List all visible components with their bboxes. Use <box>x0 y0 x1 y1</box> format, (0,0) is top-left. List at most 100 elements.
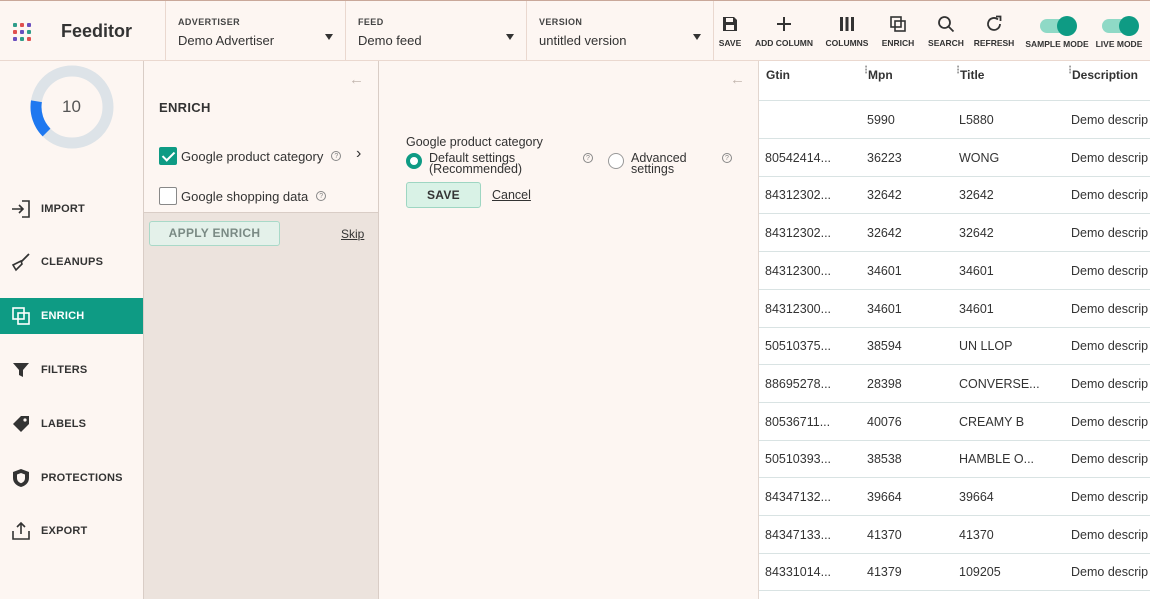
table-cell[interactable]: Demo descrip <box>1071 188 1150 202</box>
help-icon[interactable]: ? <box>722 153 732 163</box>
table-row[interactable]: 80536711... 40076 CREAMY B Demo descrip <box>759 403 1150 441</box>
table-cell[interactable]: 32642 <box>959 226 1059 240</box>
help-icon[interactable]: ? <box>331 151 342 161</box>
table-cell[interactable]: 41379 <box>867 565 947 579</box>
sample-mode-toggle[interactable]: SAMPLE MODE <box>1024 16 1090 49</box>
column-header-mpn[interactable]: ⋮ Mpn <box>861 61 893 101</box>
table-cell[interactable]: 84347133... <box>765 528 850 542</box>
live-mode-toggle[interactable]: LIVE MODE <box>1094 16 1144 49</box>
table-row[interactable]: 84312302... 32642 32642 Demo descrip <box>759 176 1150 215</box>
sidebar-item-labels[interactable]: LABELS <box>0 406 143 442</box>
apply-enrich-button[interactable]: APPLY ENRICH <box>149 221 280 246</box>
table-row[interactable]: 84312302... 32642 32642 Demo descrip <box>759 214 1150 253</box>
table-cell[interactable]: 39664 <box>959 490 1059 504</box>
table-cell[interactable]: 32642 <box>867 226 947 240</box>
table-cell[interactable]: 41370 <box>959 528 1059 542</box>
sidebar-item-filters[interactable]: FILTERS <box>0 352 143 388</box>
table-cell[interactable]: 39664 <box>867 490 947 504</box>
columns-button[interactable]: COLUMNS <box>824 15 870 48</box>
table-cell[interactable]: 84347132... <box>765 490 850 504</box>
table-cell[interactable]: 34601 <box>867 302 947 316</box>
app-grid-icon[interactable] <box>13 23 31 41</box>
table-cell[interactable]: Demo descrip <box>1071 452 1150 466</box>
table-cell[interactable]: CREAMY B <box>959 415 1059 429</box>
table-cell[interactable]: Demo descrip <box>1071 528 1150 542</box>
table-cell[interactable]: 50510375... <box>765 339 850 353</box>
table-cell[interactable]: Demo descrip <box>1071 490 1150 504</box>
table-row[interactable]: 80542414... 36223 WONG Demo descrip <box>759 139 1150 177</box>
table-row[interactable]: 84312300... 34601 34601 Demo descrip <box>759 252 1150 290</box>
table-cell[interactable]: 84312300... <box>765 264 850 278</box>
table-cell[interactable]: Demo descrip <box>1071 377 1150 391</box>
toggle-switch[interactable] <box>1102 16 1139 36</box>
table-cell[interactable]: L5880 <box>959 113 1059 127</box>
radio-selected[interactable] <box>406 153 422 169</box>
table-cell[interactable]: WONG <box>959 151 1059 165</box>
table-cell[interactable]: CONVERSE... <box>959 377 1059 391</box>
table-cell[interactable]: 84312302... <box>765 226 850 240</box>
column-header-gtin[interactable]: Gtin <box>766 61 790 101</box>
sidebar-item-protections[interactable]: PROTECTIONS <box>0 460 143 496</box>
column-header-title[interactable]: ⋮ Title <box>953 61 984 101</box>
advanced-settings-radio[interactable]: Advanced settings <box>608 152 687 175</box>
table-cell[interactable]: 80536711... <box>765 415 850 429</box>
skip-link[interactable]: Skip <box>341 227 364 241</box>
table-cell[interactable]: 5990 <box>867 113 947 127</box>
table-cell[interactable]: 41370 <box>867 528 947 542</box>
table-cell[interactable]: Demo descrip <box>1071 302 1150 316</box>
refresh-button[interactable]: REFRESH <box>972 15 1016 48</box>
sidebar-item-import[interactable]: IMPORT <box>0 191 143 227</box>
table-cell[interactable]: 34601 <box>959 264 1059 278</box>
table-cell[interactable]: 32642 <box>959 188 1059 202</box>
toggle-switch[interactable] <box>1040 16 1077 36</box>
table-cell[interactable]: 38538 <box>867 452 947 466</box>
save-button[interactable]: SAVE <box>406 182 481 208</box>
cancel-link[interactable]: Cancel <box>492 188 531 202</box>
default-settings-radio[interactable]: Default settings (Recommended) <box>406 152 522 175</box>
table-cell[interactable]: Demo descrip <box>1071 226 1150 240</box>
gpc-option[interactable]: Google product category ? <box>159 147 342 165</box>
version-select[interactable]: VERSION untitled version <box>526 1 714 61</box>
table-row[interactable]: 88695278... 28398 CONVERSE... Demo descrip <box>759 365 1150 403</box>
table-row[interactable]: 50510375... 38594 UN LLOP Demo descrip <box>759 327 1150 366</box>
gsd-checkbox[interactable] <box>159 187 177 205</box>
table-cell[interactable]: Demo descrip <box>1071 415 1150 429</box>
save-tool-button[interactable]: SAVE <box>716 15 744 48</box>
table-cell[interactable]: 84312300... <box>765 302 850 316</box>
table-cell[interactable]: 40076 <box>867 415 947 429</box>
help-icon[interactable]: ? <box>583 153 593 163</box>
table-cell[interactable]: Demo descrip <box>1071 113 1150 127</box>
table-cell[interactable]: 84312302... <box>765 188 850 202</box>
table-cell[interactable]: 109205 <box>959 565 1059 579</box>
arrow-left-icon[interactable]: ← <box>349 71 364 88</box>
table-cell[interactable]: 32642 <box>867 188 947 202</box>
table-cell[interactable]: Demo descrip <box>1071 565 1150 579</box>
table-cell[interactable]: 88695278... <box>765 377 850 391</box>
column-header-description[interactable]: ⋮ Description <box>1065 61 1138 101</box>
sidebar-item-enrich[interactable]: ENRICH <box>0 298 143 334</box>
table-row[interactable]: 84347132... 39664 39664 Demo descrip <box>759 478 1150 516</box>
table-cell[interactable]: UN LLOP <box>959 339 1059 353</box>
chevron-right-icon[interactable]: › <box>356 145 361 163</box>
enrich-tool-button[interactable]: ENRICH <box>879 15 917 48</box>
table-cell[interactable]: Demo descrip <box>1071 339 1150 353</box>
table-cell[interactable]: 34601 <box>959 302 1059 316</box>
table-row[interactable]: 84347133... 41370 41370 Demo descrip <box>759 516 1150 554</box>
drag-handle-icon[interactable]: ⋮ <box>1065 66 1075 76</box>
advertiser-select[interactable]: ADVERTISER Demo Advertiser <box>165 1 345 61</box>
table-row[interactable]: 84312300... 34601 34601 Demo descrip <box>759 290 1150 328</box>
table-row[interactable]: 84331014... 41379 109205 Demo descrip <box>759 553 1150 592</box>
table-cell[interactable]: Demo descrip <box>1071 264 1150 278</box>
help-icon[interactable]: ? <box>316 191 327 201</box>
feed-select[interactable]: FEED Demo feed <box>345 1 526 61</box>
gpc-checkbox[interactable] <box>159 147 177 165</box>
sidebar-item-cleanups[interactable]: CLEANUPS <box>0 244 143 280</box>
table-cell[interactable]: 50510393... <box>765 452 850 466</box>
drag-handle-icon[interactable]: ⋮ <box>953 66 963 76</box>
arrow-left-icon[interactable]: ← <box>730 71 745 88</box>
table-cell[interactable]: 38594 <box>867 339 947 353</box>
table-cell[interactable]: 28398 <box>867 377 947 391</box>
search-button[interactable]: SEARCH <box>926 15 966 48</box>
drag-handle-icon[interactable]: ⋮ <box>861 66 871 76</box>
gsd-option[interactable]: Google shopping data ? <box>159 187 327 205</box>
